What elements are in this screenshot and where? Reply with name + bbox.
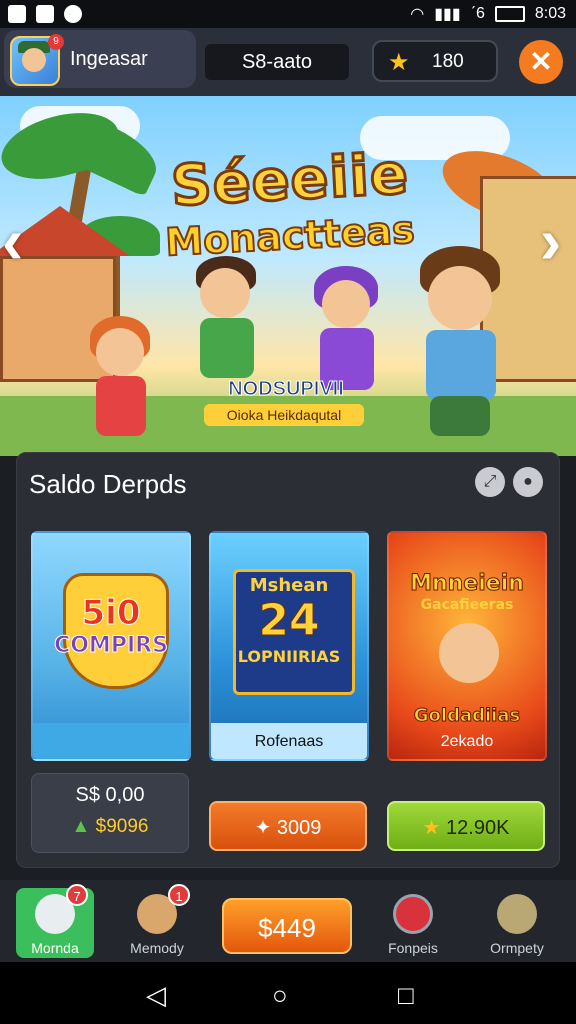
card3-art-subtitle: Gacafieeras <box>420 597 514 613</box>
nav-item-ormpety[interactable]: Ormpety <box>478 888 556 958</box>
hero-tagline: Oioka Heikdaqutal <box>204 404 364 426</box>
character-girl <box>80 316 170 446</box>
nav-item-fonpeis[interactable]: Fonpeis <box>374 888 452 958</box>
app-icon <box>64 5 82 23</box>
card1-art-number: 5i0 <box>81 593 141 634</box>
gem-icon: ✦ <box>254 817 272 839</box>
wifi-icon: ◠ <box>410 6 425 23</box>
info-icon[interactable]: ● <box>513 467 543 497</box>
buy-button-stars[interactable]: ★ 12.90K <box>387 801 545 851</box>
card2-caption: Rofenaas <box>254 733 324 750</box>
nav-cta-button[interactable]: $449 <box>222 898 352 954</box>
currency-display[interactable]: ★ 180 <box>372 40 498 82</box>
nav-item-mornda[interactable]: 7 Mornda <box>16 884 94 958</box>
top-bar: 9 Ingeasar S8-aato ★ 180 ✕ <box>0 28 576 96</box>
trophy-icon <box>497 894 537 934</box>
back-icon[interactable]: ◁ <box>146 980 166 1011</box>
offer-card-1[interactable]: 5i0 COMPIRS <box>31 531 191 761</box>
card1-art-title: COMPIRS <box>54 633 169 659</box>
card2-art-title: Mshean <box>249 575 329 596</box>
offer-card-3[interactable]: Mnneiein Gacafieeras Goldadiias 2ekado <box>387 531 547 761</box>
character-boy-map <box>190 256 270 396</box>
offers-panel: Saldo Derpds ⤢ ● 5i0 COMPIRS Mshean 24 L… <box>16 452 560 868</box>
home-icon[interactable]: ○ <box>272 980 288 1011</box>
price-original: S$ 0,00 <box>75 784 145 806</box>
next-arrow-icon[interactable]: › <box>540 204 561 278</box>
cash-icon: ▲ <box>71 816 91 837</box>
nav-label: Ormpety <box>490 940 544 956</box>
nav-label: Fonpeis <box>388 940 438 956</box>
battery-icon <box>494 6 525 22</box>
profile-button[interactable]: 9 Ingeasar <box>4 30 196 88</box>
buy-button-gems[interactable]: ✦ 3009 <box>209 801 367 851</box>
star-icon: ★ <box>388 49 410 76</box>
card3-art-title: Mnneiein <box>410 571 525 597</box>
panel-title: Saldo Derpds <box>29 469 187 499</box>
offer-card-2[interactable]: Mshean 24 LOPNIIRIAS Rofenaas <box>209 531 369 761</box>
center-label[interactable]: S8-aato <box>205 44 349 80</box>
system-nav-bar: ◁ ○ □ <box>0 962 576 1024</box>
card3-caption: 2ekado <box>440 733 494 750</box>
card3-art-footer: Goldadiias <box>413 705 521 727</box>
close-button[interactable]: ✕ <box>519 40 563 84</box>
nav-label: Mornda <box>31 940 79 956</box>
signal-icon: ▮▮▮ <box>434 6 461 23</box>
card2-art-number: 24 <box>258 595 320 647</box>
nav-item-memody[interactable]: 1 Memody <box>118 884 196 958</box>
status-bar: ◠ ▮▮▮ ˊ6 8:03 <box>0 0 576 28</box>
coin-value: 180 <box>432 51 464 72</box>
medal-icon <box>393 894 433 934</box>
star-icon: ★ <box>422 817 441 839</box>
price-box[interactable]: S$ 0,00 ▲ $9096 <box>31 773 189 853</box>
recents-icon[interactable]: □ <box>398 980 414 1011</box>
profile-name: Ingeasar <box>70 48 148 70</box>
card2-art-subtitle: LOPNIIRIAS <box>237 647 341 666</box>
mail-icon <box>36 5 54 23</box>
character-boy-runner <box>410 246 520 446</box>
prev-arrow-icon[interactable]: ‹ <box>2 204 23 278</box>
notification-icon <box>8 5 26 23</box>
hero-subtitle: NODSUPIVII <box>228 378 345 401</box>
hero-banner[interactable]: Séeeiie Monactteas NODSUPIVII Oioka Heik… <box>0 96 576 456</box>
avatar-badge: 9 <box>48 34 64 50</box>
bottom-nav: 7 Mornda 1 Memody $449 Fonpeis Ormpety <box>0 880 576 962</box>
clock: 8:03 <box>534 5 566 22</box>
price-discounted: ▲ $9096 <box>71 816 149 837</box>
link-icon[interactable]: ⤢ <box>475 467 505 497</box>
nav-badge: 7 <box>66 884 88 906</box>
signal-text: ˊ6 <box>470 5 485 22</box>
nav-badge: 1 <box>168 884 190 906</box>
nav-label: Memody <box>130 940 184 956</box>
